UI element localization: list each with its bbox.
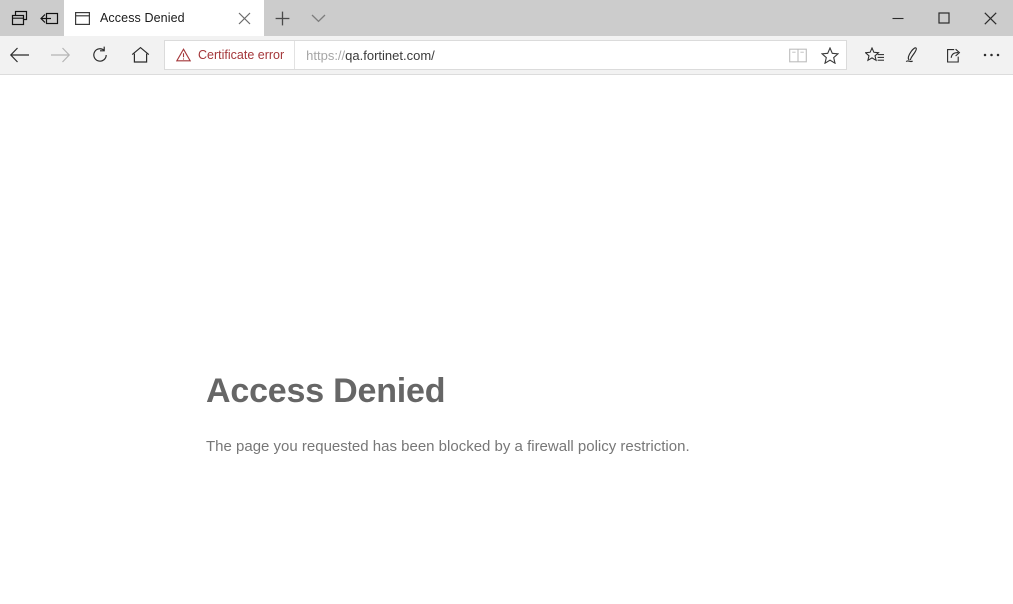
address-bar-actions xyxy=(782,41,846,69)
tab-title: Access Denied xyxy=(100,11,185,25)
browser-tab[interactable]: Access Denied xyxy=(64,0,264,36)
edge-browser-window: Access Denied Certificate error https://… xyxy=(0,0,1013,604)
url-scheme: https:// xyxy=(306,47,346,63)
refresh-button[interactable] xyxy=(80,37,120,73)
set-tabs-aside-icon[interactable] xyxy=(34,1,64,35)
share-icon[interactable] xyxy=(933,37,972,73)
reading-view-icon[interactable] xyxy=(782,42,814,68)
certificate-error-label: Certificate error xyxy=(198,48,285,62)
navigation-buttons xyxy=(0,37,160,73)
tabstrip-left-buttons xyxy=(0,0,64,36)
browser-toolbar: Certificate error https:// qa.fortinet.c… xyxy=(0,36,1013,75)
url-host: qa.fortinet.com/ xyxy=(345,47,435,63)
favorite-star-icon[interactable] xyxy=(814,42,846,68)
tab-strip: Access Denied xyxy=(64,0,875,36)
page-message: The page you requested has been blocked … xyxy=(206,438,690,455)
home-button[interactable] xyxy=(120,37,160,73)
page-icon xyxy=(74,10,90,26)
page-content: Access Denied The page you requested has… xyxy=(0,75,1013,604)
close-button[interactable] xyxy=(967,0,1013,36)
forward-button[interactable] xyxy=(40,37,80,73)
maximize-button[interactable] xyxy=(921,0,967,36)
title-bar: Access Denied xyxy=(0,0,1013,36)
hub-icon[interactable] xyxy=(855,37,894,73)
access-denied-block: Access Denied The page you requested has… xyxy=(206,371,1013,457)
url-input[interactable]: https:// qa.fortinet.com/ xyxy=(295,41,782,69)
new-tab-button[interactable] xyxy=(264,0,300,36)
back-button[interactable] xyxy=(0,37,40,73)
page-title: Access Denied xyxy=(206,372,446,410)
more-options-icon[interactable] xyxy=(972,37,1011,73)
address-bar[interactable]: Certificate error https:// qa.fortinet.c… xyxy=(164,40,847,70)
chevron-down-icon[interactable] xyxy=(300,0,336,36)
toolbar-actions xyxy=(855,37,1013,73)
show-all-tabs-icon[interactable] xyxy=(4,1,34,35)
certificate-error-indicator[interactable]: Certificate error xyxy=(165,41,296,69)
minimize-button[interactable] xyxy=(875,0,921,36)
close-icon[interactable] xyxy=(230,4,258,32)
warning-triangle-icon xyxy=(176,48,191,62)
window-controls xyxy=(875,0,1013,36)
web-note-pen-icon[interactable] xyxy=(894,37,933,73)
